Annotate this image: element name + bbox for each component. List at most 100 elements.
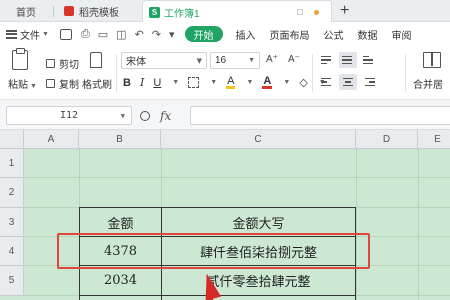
format-painter-icon[interactable] [90,52,102,68]
zoom-icon[interactable] [140,110,150,121]
insert-function-button[interactable]: fx [160,109,171,123]
ribbon-divider [405,54,406,92]
tab-formulas[interactable]: 公式 [324,27,344,42]
spreadsheet-icon: S [149,6,160,18]
bold-button[interactable]: B [123,77,131,89]
close-icon[interactable]: □ [297,7,303,18]
paste-label: 粘贴 [8,80,28,91]
cell-b3[interactable]: 金额 [80,208,161,236]
italic-button[interactable]: I [140,76,144,89]
column-header-e[interactable]: E [418,130,450,149]
export-pdf-icon[interactable]: ⎙ [81,28,90,41]
gridline [356,149,357,300]
docer-logo-icon [64,6,74,16]
formula-input[interactable] [190,106,450,125]
font-name-select[interactable]: 宋体 ▼ [121,52,207,69]
row-header-5[interactable]: 5 [0,266,24,296]
tab-review[interactable]: 审阅 [392,27,412,42]
shrink-font-button[interactable]: A⁻ [288,54,300,65]
chevron-down-icon: ▼ [196,56,202,65]
tab-home-label: 首页 [16,7,36,19]
column-header-c[interactable]: C [161,130,356,149]
tab-insert[interactable]: 插入 [236,27,256,42]
copy-button[interactable]: 复制 [46,76,79,91]
paste-icon[interactable] [12,48,28,70]
name-box-value: I12 [59,110,79,121]
chevron-down-icon: ▼ [120,111,125,120]
row-header-1[interactable]: 1 [0,149,24,178]
merge-center-button[interactable]: 合并居 [413,76,443,91]
ribbon-divider [116,54,117,92]
font-size-value: 16 [215,55,227,66]
file-menu-label: 文件 [20,30,40,42]
more-chevron-icon[interactable]: ▾ [169,28,175,41]
font-size-select[interactable]: 16 ▼ [210,52,260,69]
tab-document[interactable]: S 工作簿1 □ [142,0,332,23]
menu-bar: 文件 ▼ ⎙ ▭ ◫ ↶ ↷ ▾ 开始 插入 页面布局 公式 数据 审阅 [0,22,450,46]
chevron-down-icon[interactable]: ▼ [283,79,290,86]
save-icon[interactable] [59,28,72,40]
row-header-2[interactable]: 2 [0,178,24,208]
chevron-down-icon[interactable]: ▼ [172,79,179,86]
column-header-a[interactable]: A [24,130,79,149]
hamburger-icon [6,29,17,39]
cell-c3[interactable]: 金额大写 [162,208,355,236]
spreadsheet-grid[interactable]: A B C D E 1 2 3 4 5 金额 金额大写 4378 肆仟叁佰柒拾捌… [0,130,450,300]
align-top-icon[interactable] [318,52,336,68]
cut-label: 剪切 [59,60,79,71]
chevron-down-icon[interactable]: ▼ [246,79,253,86]
cell-c5[interactable]: 贰仟零叁拾肆元整 [162,266,355,295]
font-name-value: 宋体 [126,57,146,68]
align-right-icon[interactable] [360,74,378,90]
border-icon[interactable] [188,77,200,88]
row-header-3[interactable]: 3 [0,208,24,237]
unsaved-dot-icon [314,9,319,15]
ribbon: 粘贴 ▼ 剪切 复制 格式刷 宋体 ▼ 16 ▼ A⁺ A⁻ B I U ▼ ▼ A … [0,46,450,100]
tab-data[interactable]: 数据 [358,27,378,42]
tab-page-layout[interactable]: 页面布局 [270,27,310,42]
highlight-box [57,233,370,269]
ribbon-divider [312,54,313,92]
paste-button[interactable]: 粘贴 ▼ [8,76,37,91]
merge-cells-icon[interactable] [423,52,441,68]
grow-font-button[interactable]: A⁺ [266,54,278,65]
font-color-button[interactable]: A [262,75,273,89]
tab-document-label: 工作簿1 [164,8,200,20]
formula-bar: I12 ▼ fx [0,100,450,130]
select-all-corner[interactable] [0,130,24,149]
column-header-row: A B C D E [0,130,450,149]
file-menu[interactable]: 文件 ▼ [6,27,49,42]
tab-templates-label: 稻壳模板 [79,7,119,19]
align-middle-icon[interactable] [339,52,357,68]
cell-b5[interactable]: 2034 [80,266,161,295]
font-format-row: B I U ▼ ▼ A ▼ A ▼ ◇ ▼ [123,75,326,89]
copy-label: 复制 [59,80,79,91]
eraser-icon[interactable]: ◇ [299,76,307,89]
print-preview-icon[interactable]: ◫ [116,28,126,41]
align-bottom-icon[interactable] [360,52,378,68]
copy-icon [46,79,55,88]
column-header-d[interactable]: D [356,130,418,149]
underline-button[interactable]: U [153,77,161,89]
align-center-icon[interactable] [339,74,357,90]
cut-button[interactable]: 剪切 [46,56,79,71]
chevron-down-icon: ▼ [248,57,255,64]
print-icon[interactable]: ▭ [98,28,108,41]
tab-bar: 首页 稻壳模板 S 工作簿1 □ + [0,0,450,23]
format-painter-button[interactable]: 格式刷 [82,76,112,91]
undo-icon[interactable]: ↶ [135,28,144,41]
new-tab-button[interactable]: + [340,2,349,20]
tab-home[interactable]: 首页 [0,0,52,22]
row-header-4[interactable]: 4 [0,237,24,266]
gridline [418,149,419,300]
tab-start[interactable]: 开始 [184,26,223,42]
alignment-group [318,52,378,90]
tab-templates[interactable]: 稻壳模板 [56,0,138,22]
align-left-icon[interactable] [318,74,336,90]
name-box[interactable]: I12 ▼ [6,106,132,125]
fill-color-button[interactable]: A [226,75,236,89]
redo-icon[interactable]: ↷ [152,28,161,41]
column-header-b[interactable]: B [79,130,161,149]
chevron-down-icon[interactable]: ▼ [210,79,217,86]
gridline [24,177,450,178]
